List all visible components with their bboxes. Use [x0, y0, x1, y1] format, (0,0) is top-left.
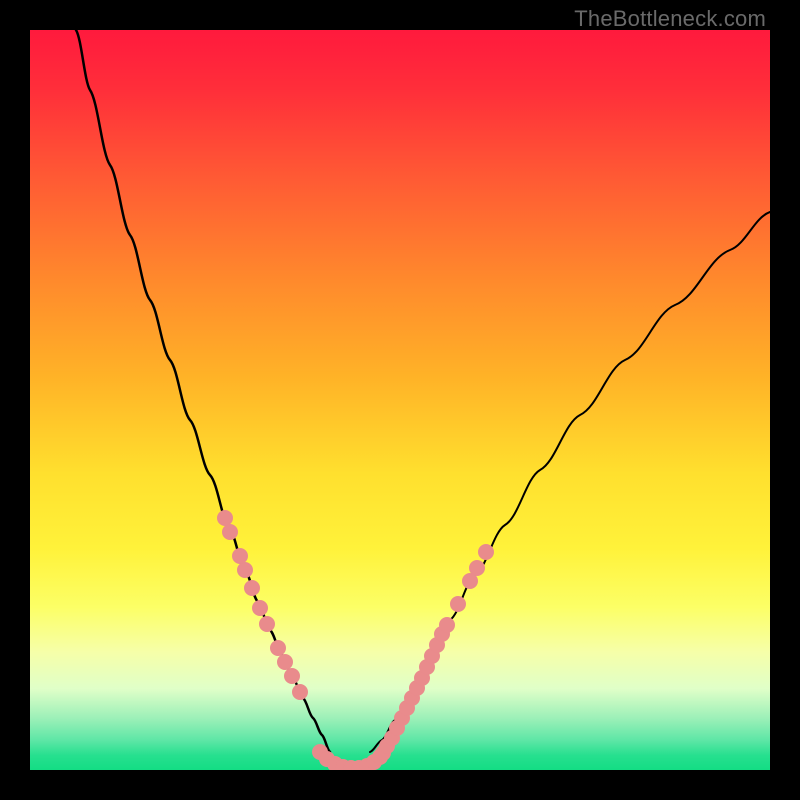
- data-marker: [233, 549, 248, 564]
- chart-frame: TheBottleneck.com: [0, 0, 800, 800]
- curves-svg: [30, 30, 770, 770]
- data-marker: [278, 655, 293, 670]
- data-marker: [218, 511, 233, 526]
- data-marker: [223, 525, 238, 540]
- data-marker: [253, 601, 268, 616]
- plot-area: [30, 30, 770, 770]
- curve-group: [76, 30, 770, 768]
- data-marker: [285, 669, 300, 684]
- data-marker: [260, 617, 275, 632]
- data-marker: [451, 597, 466, 612]
- data-marker: [440, 618, 455, 633]
- data-marker: [238, 563, 253, 578]
- data-marker: [245, 581, 260, 596]
- marker-group: [218, 511, 494, 771]
- data-marker: [470, 561, 485, 576]
- curve-left-curve: [76, 30, 330, 752]
- data-marker: [479, 545, 494, 560]
- data-marker: [271, 641, 286, 656]
- watermark-text: TheBottleneck.com: [574, 6, 766, 32]
- data-marker: [293, 685, 308, 700]
